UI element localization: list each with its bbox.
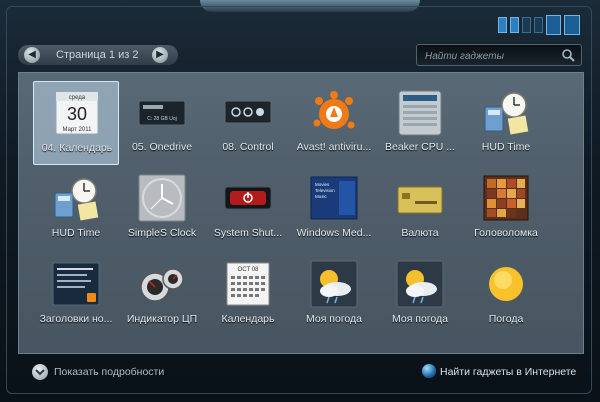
gadget-item[interactable]: Movies Television Music Windows Med... — [291, 167, 377, 251]
gadget-label: Индикатор ЦП — [126, 313, 198, 325]
gadget-item[interactable]: 08. Control — [205, 81, 291, 165]
view-size-small-icon[interactable] — [521, 17, 531, 33]
gadget-label: Головоломка — [474, 227, 538, 239]
gadget-label: Валюта — [401, 227, 439, 239]
gadget-label: Beaker CPU ... — [384, 141, 456, 153]
cpu-gauge-icon — [140, 268, 184, 302]
calendar-month-year: Март 2011 — [63, 127, 93, 133]
view-size-small-icon[interactable] — [509, 17, 519, 33]
media-line: Movies — [315, 182, 330, 187]
media-line: Television — [315, 188, 335, 193]
gadget-label: HUD Time — [51, 227, 101, 239]
puzzle-icon — [483, 175, 529, 221]
gadget-item[interactable]: Beaker CPU ... — [377, 81, 463, 165]
gadget-label: Календарь — [221, 313, 275, 325]
view-size-large-icon[interactable] — [564, 15, 580, 35]
sun-icon — [489, 267, 523, 301]
search-box[interactable] — [416, 44, 582, 66]
gadget-item[interactable]: Валюта — [377, 167, 463, 251]
gadget-label: Моя погода — [305, 313, 362, 325]
gadget-label: 05. Onedrive — [131, 141, 193, 153]
power-button-icon — [224, 186, 272, 210]
globe-icon[interactable] — [422, 364, 436, 378]
currency-card-icon — [397, 186, 443, 214]
gadget-grid: среда 30 Март 2011 04. Календарь C: 28 G… — [18, 72, 584, 354]
gadget-item[interactable]: Avast! antiviru... — [291, 81, 377, 165]
search-input[interactable] — [423, 47, 557, 65]
clock-calculator-icon — [484, 92, 529, 135]
gadget-label: Avast! antiviru... — [296, 141, 372, 153]
gadget-label: Заголовки но... — [39, 313, 113, 325]
show-details-link[interactable]: Показать подробности — [54, 366, 164, 378]
get-gadgets-online-link[interactable]: Найти гаджеты в Интернете — [440, 366, 576, 378]
gadget-gallery-window: ◀ Страница 1 из 2 ▶ среда 30 Март 2011 0… — [0, 0, 600, 402]
calendar-weekday: среда — [69, 95, 86, 101]
gadget-item[interactable]: System Shut... — [205, 167, 291, 251]
toolbar: ◀ Страница 1 из 2 ▶ — [18, 40, 584, 70]
gadget-label: Погода — [488, 313, 524, 325]
page-label: Страница 1 из 2 — [56, 49, 139, 61]
news-feed-icon — [52, 262, 100, 306]
avast-icon — [313, 91, 355, 129]
calendar-grid-icon: OCT 08 — [226, 262, 270, 306]
gadget-label: 08. Control — [222, 141, 274, 153]
previous-page-button[interactable]: ◀ — [24, 47, 40, 63]
analog-clock-icon — [138, 174, 186, 222]
gadget-item[interactable]: HUD Time — [463, 81, 549, 165]
gadget-label: HUD Time — [481, 141, 531, 153]
gadget-item[interactable]: Головоломка — [463, 167, 549, 251]
gadget-item[interactable]: Заголовки но... — [33, 253, 119, 337]
clock-calculator-icon — [54, 178, 99, 221]
gadget-item[interactable]: Погода — [463, 253, 549, 337]
gadget-item[interactable]: SimpleS Clock — [119, 167, 205, 251]
gadget-label: Windows Med... — [296, 227, 372, 239]
calendar-icon: среда 30 Март 2011 — [55, 91, 99, 135]
gadget-label: 04. Календарь — [41, 142, 113, 154]
gadget-item[interactable]: OCT 08 Календарь — [205, 253, 291, 337]
gadget-item[interactable]: Индикатор ЦП — [119, 253, 205, 337]
show-details-chevron-icon[interactable] — [32, 364, 48, 380]
gadget-item[interactable]: Моя погода — [377, 253, 463, 337]
view-size-small-icon[interactable] — [498, 17, 507, 33]
view-size-small-icon[interactable] — [533, 17, 543, 33]
media-center-icon: Movies Television Music — [310, 176, 358, 220]
weather-icon — [396, 260, 444, 308]
gadget-label: System Shut... — [213, 227, 283, 239]
gadget-item[interactable]: среда 30 Март 2011 04. Календарь — [33, 81, 119, 165]
gadget-label: Моя погода — [391, 313, 448, 325]
drive-text: C: 28 GB Uoj — [147, 116, 176, 122]
drive-icon: C: 28 GB Uoj — [138, 100, 186, 126]
view-size-large-icon[interactable] — [545, 15, 562, 35]
gadget-item[interactable]: C: 28 GB Uoj 05. Onedrive — [119, 81, 205, 165]
cpu-meter-icon — [398, 90, 442, 136]
calendar-header: OCT 08 — [238, 267, 260, 273]
gadget-label: SimpleS Clock — [127, 227, 197, 239]
gadget-item[interactable]: Моя погода — [291, 253, 377, 337]
footer-bar: Показать подробности Найти гаджеты в Инт… — [18, 360, 584, 384]
search-icon[interactable] — [561, 48, 575, 62]
calendar-day: 30 — [67, 104, 87, 124]
media-line: Music — [315, 194, 328, 199]
gadget-item[interactable]: HUD Time — [33, 167, 119, 251]
next-page-button[interactable]: ▶ — [152, 47, 168, 63]
control-icon — [224, 100, 272, 124]
view-size-controls[interactable] — [498, 14, 580, 36]
weather-icon — [310, 260, 358, 308]
